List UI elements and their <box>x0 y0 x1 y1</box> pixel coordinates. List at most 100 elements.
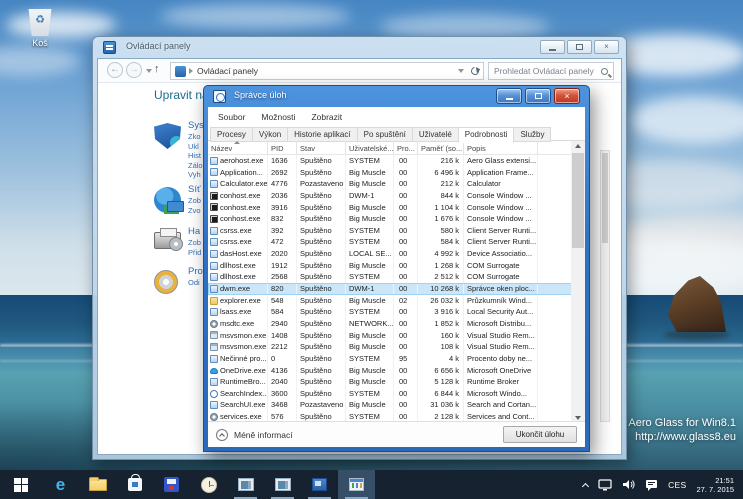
process-row[interactable]: dllhost.exe1912SpuštěnoBig Muscle001 268… <box>208 260 573 272</box>
up-button[interactable]: ↑ <box>154 63 160 75</box>
network-icon[interactable] <box>598 479 612 491</box>
scroll-up-icon[interactable] <box>575 144 581 148</box>
desktop: ♻ Koš Aero Glass for Win8.1 http://www.g… <box>0 0 743 499</box>
process-row[interactable]: Application...2692SpuštěnoBig Muscle006 … <box>208 167 573 179</box>
category-link[interactable]: Odi <box>188 278 203 288</box>
column-header-pid[interactable]: PID <box>268 141 297 154</box>
scrollbar-thumb[interactable] <box>572 153 584 248</box>
close-button[interactable]: × <box>594 40 619 54</box>
taskbar-blue-app-button[interactable] <box>301 470 338 499</box>
menu-soubor[interactable]: Soubor <box>210 109 253 122</box>
category-link[interactable]: Zálo <box>188 161 204 171</box>
taskbar-start-button[interactable] <box>0 470 42 499</box>
process-row[interactable]: dllhost.exe2568SpuštěnoSYSTEM002 512 kCO… <box>208 271 573 283</box>
scroll-down-icon[interactable] <box>575 416 581 420</box>
process-row[interactable]: msvsmon.exe2212SpuštěnoBig Muscle00108 k… <box>208 341 573 353</box>
table-scrollbar[interactable] <box>571 141 585 423</box>
menu-moznosti[interactable]: Možnosti <box>253 109 303 122</box>
category-link[interactable]: Hist <box>188 151 204 161</box>
volume-icon[interactable] <box>622 479 635 490</box>
tray-expand-icon[interactable] <box>582 482 589 489</box>
category-title[interactable]: Sys <box>188 120 204 132</box>
category-title[interactable]: Ha <box>188 226 201 238</box>
task-manager-titlebar[interactable]: Správce úloh × <box>204 86 589 107</box>
column-header-stav[interactable]: Stav <box>297 141 346 154</box>
tab-vykon[interactable]: Výkon <box>252 127 288 142</box>
process-row[interactable]: SearchIndex...3600SpuštěnoSYSTEM006 844 … <box>208 388 573 400</box>
taskbar-store-button[interactable] <box>116 470 153 499</box>
category-link[interactable]: Přid <box>188 248 201 258</box>
taskbar-app-window-2-button[interactable] <box>264 470 301 499</box>
process-row[interactable]: conhost.exe832SpuštěnoBig Muscle001 676 … <box>208 213 573 225</box>
taskbar-floppy-app-button[interactable] <box>153 470 190 499</box>
process-row[interactable]: Nečinné pro...0SpuštěnoSYSTEM954 kProcen… <box>208 353 573 365</box>
minimize-button[interactable] <box>496 88 522 104</box>
breadcrumb[interactable]: Ovládací panely <box>197 66 258 76</box>
column-header-pro[interactable]: Pro... <box>394 141 418 154</box>
category-link[interactable]: Zvo <box>188 206 201 216</box>
recycle-bin[interactable]: ♻ Koš <box>14 6 66 48</box>
clock[interactable]: 21:51 27. 7. 2015 <box>696 476 734 494</box>
tab-historie-aplikaci[interactable]: Historie aplikací <box>287 127 357 142</box>
process-row[interactable]: aerohost.exe1636SpuštěnoSYSTEM00216 kAer… <box>208 155 573 167</box>
cell-status: Spuštěno <box>297 167 346 179</box>
process-row[interactable]: explorer.exe548SpuštěnoBig Muscle0226 03… <box>208 295 573 307</box>
recent-pages-chevron-icon[interactable] <box>146 69 152 73</box>
sort-ascending-icon <box>234 141 240 144</box>
category-link[interactable]: Ukl <box>188 142 204 152</box>
process-row[interactable]: SearchUI.exe3468PozastavenoBig Muscle003… <box>208 399 573 411</box>
notifications-icon[interactable] <box>645 479 658 491</box>
tab-podrobnosti[interactable]: Podrobnosti <box>458 127 515 143</box>
control-panel-scrollbar[interactable] <box>600 150 610 422</box>
process-row[interactable]: dwm.exe820SpuštěnoDWM-10010 268 kSprávce… <box>208 283 573 295</box>
tab-uzivatele[interactable]: Uživatelé <box>412 127 459 142</box>
tab-sluzby[interactable]: Služby <box>513 127 551 142</box>
process-app-icon <box>210 180 218 188</box>
forward-button[interactable]: → <box>126 62 142 78</box>
process-row[interactable]: csrss.exe392SpuštěnoSYSTEM00580 kClient … <box>208 225 573 237</box>
less-details-toggle[interactable]: Méně informací <box>216 429 293 441</box>
process-row[interactable]: Calculator.exe4776PozastavenoBig Muscle0… <box>208 178 573 190</box>
language-indicator[interactable]: CES <box>668 480 686 490</box>
refresh-icon[interactable] <box>469 65 480 76</box>
tab-po-spusteni[interactable]: Po spuštění <box>357 127 413 142</box>
process-row[interactable]: conhost.exe3916SpuštěnoBig Muscle001 104… <box>208 202 573 214</box>
tab-procesy[interactable]: Procesy <box>210 127 253 142</box>
column-header-uzivatelske[interactable]: Uživatelské... <box>346 141 394 154</box>
end-task-button[interactable]: Ukončit úlohu <box>503 426 577 443</box>
minimize-button[interactable] <box>540 40 565 54</box>
category-link[interactable]: Vyh <box>188 170 204 180</box>
category-title[interactable]: Pro <box>188 266 203 278</box>
taskbar-task-manager-button[interactable] <box>338 470 375 499</box>
process-row[interactable]: lsass.exe584SpuštěnoSYSTEM003 916 kLocal… <box>208 306 573 318</box>
process-row[interactable]: msdtc.exe2940SpuštěnoNETWORK...001 852 k… <box>208 318 573 330</box>
maximize-button[interactable] <box>525 88 551 104</box>
control-panel-titlebar[interactable]: Ovládací panely × <box>93 37 626 58</box>
address-bar[interactable]: Ovládací panely <box>170 62 484 80</box>
close-button[interactable]: × <box>554 88 580 104</box>
cell-memory: 584 k <box>418 236 464 248</box>
taskbar-clock-app-button[interactable] <box>190 470 227 499</box>
address-dropdown-icon[interactable] <box>458 69 464 73</box>
process-row[interactable]: dasHost.exe2020SpuštěnoLOCAL SE...004 99… <box>208 248 573 260</box>
category-title[interactable]: Síť <box>188 184 201 196</box>
maximize-button[interactable] <box>567 40 592 54</box>
menu-zobrazit[interactable]: Zobrazit <box>303 109 350 122</box>
taskbar-app-window-1-button[interactable] <box>227 470 264 499</box>
column-header-nazev[interactable]: Název <box>208 141 268 154</box>
cell-memory: 5 128 k <box>418 376 464 388</box>
process-row[interactable]: OneDrive.exe4136SpuštěnoBig Muscle006 65… <box>208 365 573 377</box>
process-row[interactable]: RuntimeBro...2040SpuštěnoBig Muscle005 1… <box>208 376 573 388</box>
category-link[interactable]: Zob <box>188 196 201 206</box>
taskbar-edge-button[interactable]: e <box>42 470 79 499</box>
category-link[interactable]: Zob <box>188 238 201 248</box>
cell-name: SearchUI.exe <box>208 399 268 411</box>
cell-cpu: 00 <box>394 202 418 214</box>
process-row[interactable]: msvsmon.exe1408SpuštěnoBig Muscle00160 k… <box>208 330 573 342</box>
category-link[interactable]: Zko <box>188 132 204 142</box>
back-button[interactable]: ← <box>107 62 123 78</box>
process-row[interactable]: conhost.exe2036SpuštěnoDWM-100844 kConso… <box>208 190 573 202</box>
process-row[interactable]: csrss.exe472SpuštěnoSYSTEM00584 kClient … <box>208 236 573 248</box>
search-box[interactable]: Prohledat Ovládací panely <box>488 62 614 80</box>
taskbar-file-explorer-button[interactable] <box>79 470 116 499</box>
